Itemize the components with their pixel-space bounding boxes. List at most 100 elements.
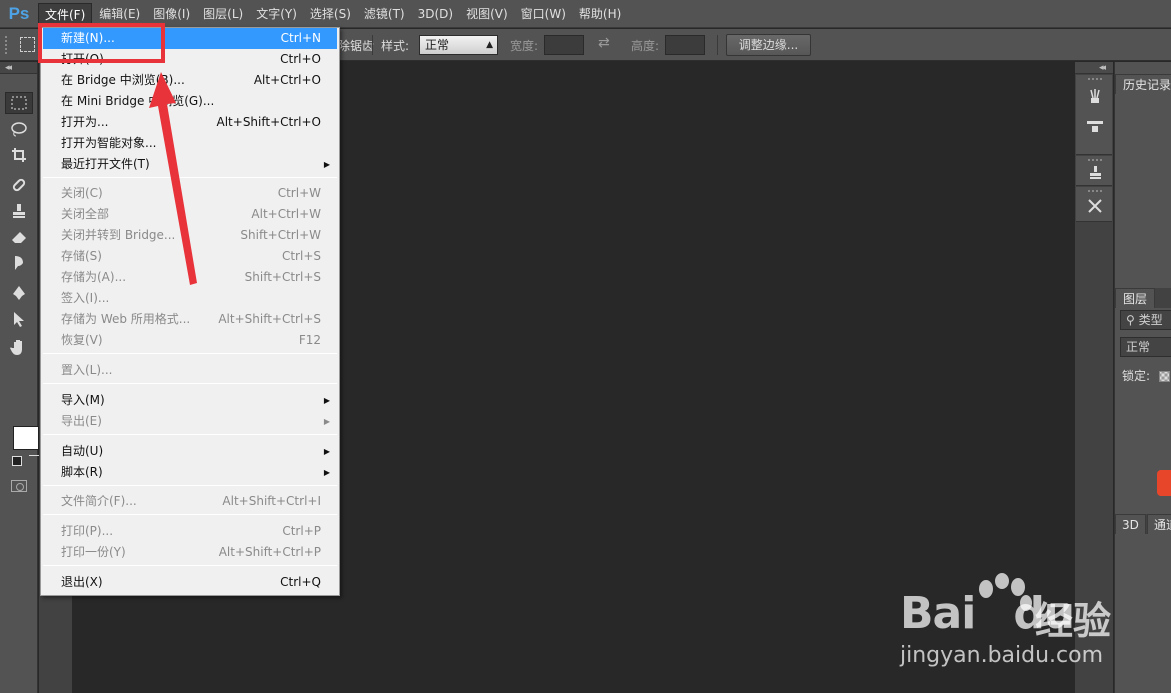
- grip-icon[interactable]: [1088, 78, 1102, 81]
- lock-transparent-pixels-icon[interactable]: [1159, 371, 1170, 382]
- menu-help[interactable]: 帮助(H): [573, 3, 627, 25]
- watermark-brand-head: Bai: [900, 588, 976, 639]
- menu-item-save-for-web[interactable]: 存储为 Web 所用格式... Alt+Shift+Ctrl+S: [43, 309, 337, 330]
- style-select[interactable]: 正常 ▲: [419, 35, 498, 55]
- lock-label: 锁定:: [1122, 369, 1151, 383]
- menu-filter[interactable]: 滤镜(T): [358, 3, 411, 25]
- menu-item-browse-in-bridge[interactable]: 在 Bridge 中浏览(B)... Alt+Ctrl+O: [43, 70, 337, 91]
- menu-item-save-as[interactable]: 存储为(A)... Shift+Ctrl+S: [43, 267, 337, 288]
- menu-item-revert[interactable]: 恢复(V) F12: [43, 330, 337, 351]
- menu-item-close-all[interactable]: 关闭全部 Alt+Ctrl+W: [43, 204, 337, 225]
- menu-item-label: 打印(P)...: [61, 524, 114, 538]
- tab-layers[interactable]: 图层: [1115, 288, 1156, 308]
- menu-edit[interactable]: 编辑(E): [93, 3, 146, 25]
- menu-item-place[interactable]: 置入(L)...: [43, 360, 337, 381]
- tool-presets-icon[interactable]: [1085, 197, 1105, 217]
- menu-type[interactable]: 文字(Y): [250, 3, 303, 25]
- strip-header[interactable]: ◂◂: [1075, 62, 1113, 74]
- file-menu-dropdown: 新建(N)... Ctrl+N 打开(O)... Ctrl+O 在 Bridge…: [40, 27, 340, 596]
- rectangular-marquee-tool-icon[interactable]: [5, 92, 33, 114]
- collapse-icon[interactable]: ◂◂: [1099, 62, 1106, 74]
- height-input[interactable]: [665, 35, 705, 55]
- grip-icon[interactable]: [1088, 159, 1102, 162]
- menu-layer[interactable]: 图层(L): [197, 3, 249, 25]
- tab-3d[interactable]: 3D: [1115, 514, 1146, 534]
- menu-item-scripts[interactable]: 脚本(R) ▶: [43, 462, 337, 483]
- tools-panel-header[interactable]: ◂◂: [0, 62, 37, 74]
- menu-view[interactable]: 视图(V): [460, 3, 514, 25]
- brush-panel-icon[interactable]: [1085, 117, 1105, 137]
- refine-edge-button[interactable]: 调整边缘...: [726, 34, 811, 56]
- menu-item-print-one-copy[interactable]: 打印一份(Y) Alt+Shift+Ctrl+P: [43, 542, 337, 563]
- menu-item-label: 脚本(R): [61, 465, 103, 479]
- watermark-url: jingyan.baidu.com: [900, 643, 1104, 668]
- pen-tool-icon[interactable]: [5, 282, 33, 304]
- menu-item-close[interactable]: 关闭(C) Ctrl+W: [43, 183, 337, 204]
- menu-item-open-as[interactable]: 打开为... Alt+Shift+Ctrl+O: [43, 112, 337, 133]
- strip-group-1: [1076, 75, 1112, 155]
- menu-item-label: 打印一份(Y): [61, 545, 126, 559]
- options-separator: [372, 35, 373, 55]
- menu-select[interactable]: 选择(S): [304, 3, 357, 25]
- path-selection-tool-icon[interactable]: [5, 308, 33, 330]
- watermark-cn: 经验: [1035, 599, 1112, 643]
- menu-item-label: 恢复(V): [61, 333, 103, 347]
- quick-mask-icon[interactable]: [11, 480, 27, 492]
- menu-item-open-recent[interactable]: 最近打开文件(T) ▶: [43, 154, 337, 175]
- brush-presets-icon[interactable]: [1085, 87, 1105, 107]
- clone-stamp-tool-icon[interactable]: [5, 200, 33, 222]
- collapse-icon[interactable]: ◂◂: [5, 62, 12, 74]
- menu-item-label: 导出(E): [61, 414, 102, 428]
- tab-history[interactable]: 历史记录: [1115, 74, 1171, 94]
- menu-item-export[interactable]: 导出(E) ▶: [43, 411, 337, 432]
- menu-item-shortcut: Alt+Shift+Ctrl+I: [222, 494, 321, 508]
- menu-item-file-info[interactable]: 文件简介(F)... Alt+Shift+Ctrl+I: [43, 491, 337, 512]
- menu-item-close-and-go-to-bridge[interactable]: 关闭并转到 Bridge... Shift+Ctrl+W: [43, 225, 337, 246]
- menu-item-label: 在 Mini Bridge 中浏览(G)...: [61, 94, 215, 108]
- width-label: 宽度:: [510, 39, 539, 53]
- menu-item-save[interactable]: 存储(S) Ctrl+S: [43, 246, 337, 267]
- menu-item-open-as-smart-object[interactable]: 打开为智能对象...: [43, 133, 337, 154]
- default-colors-icon[interactable]: [12, 456, 22, 466]
- options-separator: [717, 35, 718, 55]
- menu-item-automate[interactable]: 自动(U) ▶: [43, 441, 337, 462]
- menu-item-import[interactable]: 导入(M) ▶: [43, 390, 337, 411]
- menu-separator: [43, 383, 337, 384]
- swap-arrows-icon[interactable]: ⇄: [598, 35, 610, 51]
- crop-tool-icon[interactable]: [5, 144, 33, 166]
- menu-item-shortcut: Ctrl+N: [280, 31, 321, 45]
- menu-file[interactable]: 文件(F): [38, 2, 93, 25]
- menu-item-print[interactable]: 打印(P)... Ctrl+P: [43, 521, 337, 542]
- eraser-tool-icon[interactable]: [5, 226, 33, 248]
- healing-brush-tool-icon[interactable]: [5, 174, 33, 196]
- lasso-tool-icon[interactable]: [5, 118, 33, 140]
- tab-channels[interactable]: 通道: [1147, 514, 1171, 534]
- blend-mode-select[interactable]: 正常: [1120, 337, 1171, 357]
- menu-3d[interactable]: 3D(D): [412, 3, 459, 25]
- marquee-preset-icon[interactable]: [20, 37, 35, 52]
- strip-group-2: [1076, 156, 1112, 186]
- grip-icon[interactable]: [1088, 190, 1102, 193]
- width-input[interactable]: [544, 35, 584, 55]
- layer-filter-kind[interactable]: ⚲ 类型: [1120, 310, 1171, 330]
- menu-item-browse-in-mini-bridge[interactable]: 在 Mini Bridge 中浏览(G)...: [43, 91, 337, 112]
- menu-item-label: 置入(L)...: [61, 363, 113, 377]
- layers-tabbar: 图层: [1115, 288, 1171, 308]
- menu-item-shortcut: Ctrl+S: [281, 249, 321, 263]
- menu-item-shortcut: Ctrl+W: [277, 186, 321, 200]
- menu-item-check-in[interactable]: 签入(I)...: [43, 288, 337, 309]
- menu-window[interactable]: 窗口(W): [515, 3, 572, 25]
- clone-source-icon[interactable]: [1085, 164, 1105, 184]
- photoshop-logo: Ps: [8, 3, 30, 23]
- submenu-arrow-icon: ▶: [323, 447, 330, 456]
- menu-item-exit[interactable]: 退出(X) Ctrl+Q: [43, 572, 337, 593]
- menu-item-label: 存储为(A)...: [61, 270, 127, 284]
- blur-tool-icon[interactable]: [5, 252, 33, 274]
- strip-group-3: [1076, 187, 1112, 222]
- menu-item-shortcut: Alt+Shift+Ctrl+O: [216, 115, 321, 129]
- hand-tool-icon[interactable]: [5, 336, 33, 358]
- blend-mode-value: 正常: [1126, 340, 1151, 354]
- menu-image[interactable]: 图像(I): [147, 3, 196, 25]
- submenu-arrow-icon: ▶: [323, 417, 330, 426]
- options-bar-grip[interactable]: [5, 36, 9, 54]
